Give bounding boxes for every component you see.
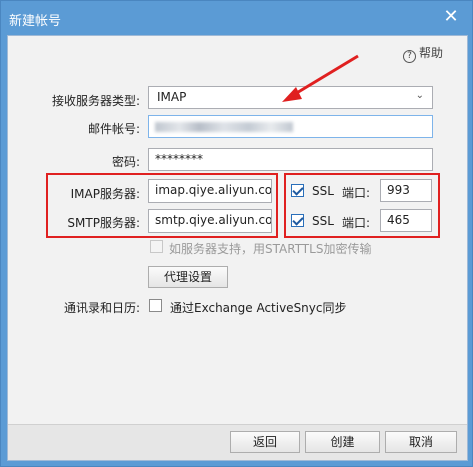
cancel-button[interactable]: 取消 — [385, 431, 457, 453]
dialog-body: ? 帮助 接收服务器类型: IMAP ⌄ 邮件帐号: 密码: ******** I… — [7, 35, 468, 461]
close-icon[interactable]: ✕ — [440, 6, 462, 28]
dialog-title: 新建帐号 — [9, 14, 62, 29]
dialog-window: 新建帐号 ✕ ? 帮助 接收服务器类型: IMAP ⌄ 邮件帐号: 密码: ***… — [0, 0, 473, 467]
annotation-arrow — [282, 54, 359, 102]
button-bar: 返回 创建 取消 — [8, 424, 467, 460]
back-button[interactable]: 返回 — [230, 431, 300, 453]
create-button[interactable]: 创建 — [305, 431, 380, 453]
title-bar[interactable]: 新建帐号 ✕ — [1, 1, 472, 35]
